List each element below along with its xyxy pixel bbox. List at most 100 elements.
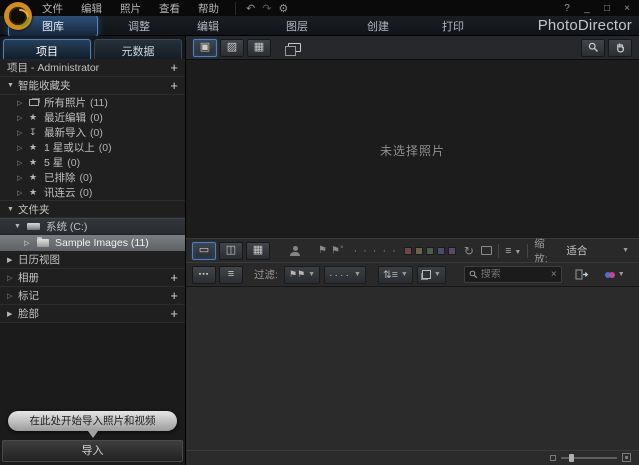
view-viewer-only-button[interactable]: ▨ <box>220 38 244 57</box>
drive-row-system-c[interactable]: ▼ 系统 (C:) <box>0 218 185 235</box>
tree-item-all-photos[interactable]: ▷ 所有照片 (11) <box>0 95 185 110</box>
color-chip-blue[interactable] <box>436 246 445 255</box>
minimize-button[interactable]: _ <box>582 3 592 14</box>
expand-arrow-icon[interactable]: ▷ <box>7 292 18 300</box>
settings-gear-icon[interactable]: ⚙ <box>278 2 288 15</box>
import-button[interactable]: 导入 <box>2 440 183 462</box>
sort-dropdown[interactable]: ⇅≡ ▼ <box>377 265 413 284</box>
tab-metadata[interactable]: 元数据 <box>94 39 182 59</box>
compare-view-button[interactable]: ◫ <box>219 241 243 260</box>
rating-filter-dropdown[interactable]: ···· ▼ <box>324 265 366 284</box>
rating-dot[interactable]: · <box>363 245 367 257</box>
tab-print[interactable]: 打印 <box>432 16 474 36</box>
rotate-canvas-icon[interactable] <box>480 246 493 255</box>
rotate-left-icon[interactable]: ↻ <box>464 244 474 258</box>
clear-search-icon[interactable]: × <box>551 269 557 280</box>
add-face-button[interactable]: + <box>170 307 178 320</box>
color-chip-purple[interactable] <box>447 246 456 255</box>
dual-display-button[interactable] <box>282 39 306 57</box>
flag-filter-dropdown[interactable]: ⚑⚑ ▼ <box>283 265 320 284</box>
flag-pick-icon[interactable]: ⚑ <box>318 245 327 256</box>
menu-view[interactable]: 查看 <box>153 0 186 17</box>
menu-file[interactable]: 文件 <box>36 0 69 17</box>
expand-arrow-icon[interactable]: ▶ <box>7 310 18 318</box>
slider-handle[interactable] <box>569 453 574 462</box>
rating-dot[interactable]: · <box>373 245 377 257</box>
search-input[interactable] <box>480 269 551 280</box>
expand-arrow-icon[interactable]: ▶ <box>7 256 18 264</box>
view-options-button[interactable]: ≡ ▼ <box>505 245 521 257</box>
redo-icon[interactable]: ↷ <box>262 2 271 15</box>
thumbnail-size-slider[interactable] <box>550 453 631 462</box>
multi-view-button[interactable]: ▦ <box>246 241 270 260</box>
view-browser-and-viewer-button[interactable]: ▣ <box>193 38 217 57</box>
close-button[interactable]: × <box>622 3 632 14</box>
maximize-button[interactable]: □ <box>602 3 612 14</box>
zoom-tool-button[interactable] <box>581 38 605 57</box>
undo-icon[interactable]: ↶ <box>246 2 255 15</box>
add-tag-button[interactable]: + <box>170 289 178 302</box>
single-view-button[interactable]: ▭ <box>192 241 216 260</box>
tab-project[interactable]: 项目 <box>3 39 91 59</box>
section-calendar-view[interactable]: ▶ 日历视图 <box>0 251 185 269</box>
tab-create[interactable]: 创建 <box>357 16 399 36</box>
expand-arrow-icon[interactable]: ▷ <box>17 159 29 167</box>
add-smart-collection-button[interactable]: + <box>170 79 178 92</box>
section-tags[interactable]: ▷ 标记 + <box>0 287 185 305</box>
add-project-button[interactable]: + <box>170 61 178 74</box>
chevron-down-icon: ▼ <box>354 271 361 278</box>
expand-arrow-icon[interactable]: ▷ <box>24 239 35 247</box>
section-faces[interactable]: ▶ 脸部 + <box>0 305 185 323</box>
rating-dot[interactable]: · <box>382 245 386 257</box>
menu-edit[interactable]: 编辑 <box>75 0 108 17</box>
tree-item-excluded[interactable]: ▷ ★ 已排除 (0) <box>0 170 185 185</box>
menu-photo[interactable]: 照片 <box>114 0 147 17</box>
tree-item-5-star[interactable]: ▷ ★ 5 星 (0) <box>0 155 185 170</box>
collapse-arrow-icon[interactable]: ▼ <box>7 206 18 213</box>
help-button[interactable]: ? <box>562 3 572 14</box>
collapse-arrow-icon[interactable]: ▼ <box>7 82 18 89</box>
tab-layers[interactable]: 图层 <box>276 16 318 36</box>
browser-filter-toolbar: ▪▪▪ ≡ 过滤: ⚑⚑ ▼ ···· ▼ ⇅≡ ▼ ▼ 搜索 × ▼ <box>186 262 639 286</box>
tree-item-1-star-up[interactable]: ▷ ★ 1 星或以上 (0) <box>0 140 185 155</box>
rating-dot[interactable]: · <box>392 245 396 257</box>
share-dropdown[interactable]: ▼ <box>601 266 629 284</box>
color-chip-red[interactable] <box>403 246 412 255</box>
export-button[interactable] <box>570 266 594 284</box>
search-box[interactable]: × <box>463 266 562 283</box>
color-chip-yellow[interactable] <box>414 246 423 255</box>
expand-arrow-icon[interactable]: ▷ <box>17 114 29 122</box>
folder-row-sample-images[interactable]: ▷ Sample Images (11) <box>0 235 185 251</box>
tab-adjust[interactable]: 调整 <box>118 16 160 36</box>
tree-item-recently-edited[interactable]: ▷ ★ 最近编辑 (0) <box>0 110 185 125</box>
list-view-button[interactable]: ≡ <box>219 265 243 284</box>
expand-arrow-icon[interactable]: ▷ <box>7 274 18 282</box>
face-tag-button[interactable] <box>283 242 307 260</box>
flag-reject-icon[interactable]: ⚑× <box>331 245 343 256</box>
smart-collection-header-row[interactable]: ▼ 智能收藏夹 + <box>0 77 185 95</box>
section-albums[interactable]: ▷ 相册 + <box>0 269 185 287</box>
slider-track[interactable] <box>561 453 617 462</box>
star-rating-control[interactable]: · · · · · <box>353 245 395 257</box>
rating-dot[interactable]: · <box>353 245 357 257</box>
tree-item-cyberlink-cloud[interactable]: ▷ ★ 讯连云 (0) <box>0 185 185 200</box>
zoom-select[interactable]: 适合 ▼ <box>562 241 633 260</box>
expand-arrow-icon[interactable]: ▷ <box>17 99 29 107</box>
add-album-button[interactable]: + <box>170 271 178 284</box>
collapse-arrow-icon[interactable]: ▼ <box>14 223 25 230</box>
expand-arrow-icon[interactable]: ▷ <box>17 129 29 137</box>
folders-header-row[interactable]: ▼ 文件夹 <box>0 200 185 218</box>
menu-help[interactable]: 帮助 <box>192 0 225 17</box>
color-chip-green[interactable] <box>425 246 434 255</box>
expand-arrow-icon[interactable]: ▷ <box>17 189 29 197</box>
tab-edit[interactable]: 编辑 <box>187 16 229 36</box>
stack-dropdown[interactable]: ▼ <box>416 265 446 284</box>
expand-arrow-icon[interactable]: ▷ <box>17 174 29 182</box>
pan-tool-button[interactable] <box>608 38 632 57</box>
project-header-row[interactable]: 项目 - Administrator + <box>0 59 185 77</box>
expand-arrow-icon[interactable]: ▷ <box>17 144 29 152</box>
tree-item-latest-import[interactable]: ▷ ↧ 最新导入 (0) <box>0 125 185 140</box>
thumbnail-view-button[interactable]: ▪▪▪ <box>192 265 216 284</box>
view-browser-only-button[interactable]: ▦ <box>247 38 271 57</box>
color-label-control[interactable] <box>403 246 456 255</box>
